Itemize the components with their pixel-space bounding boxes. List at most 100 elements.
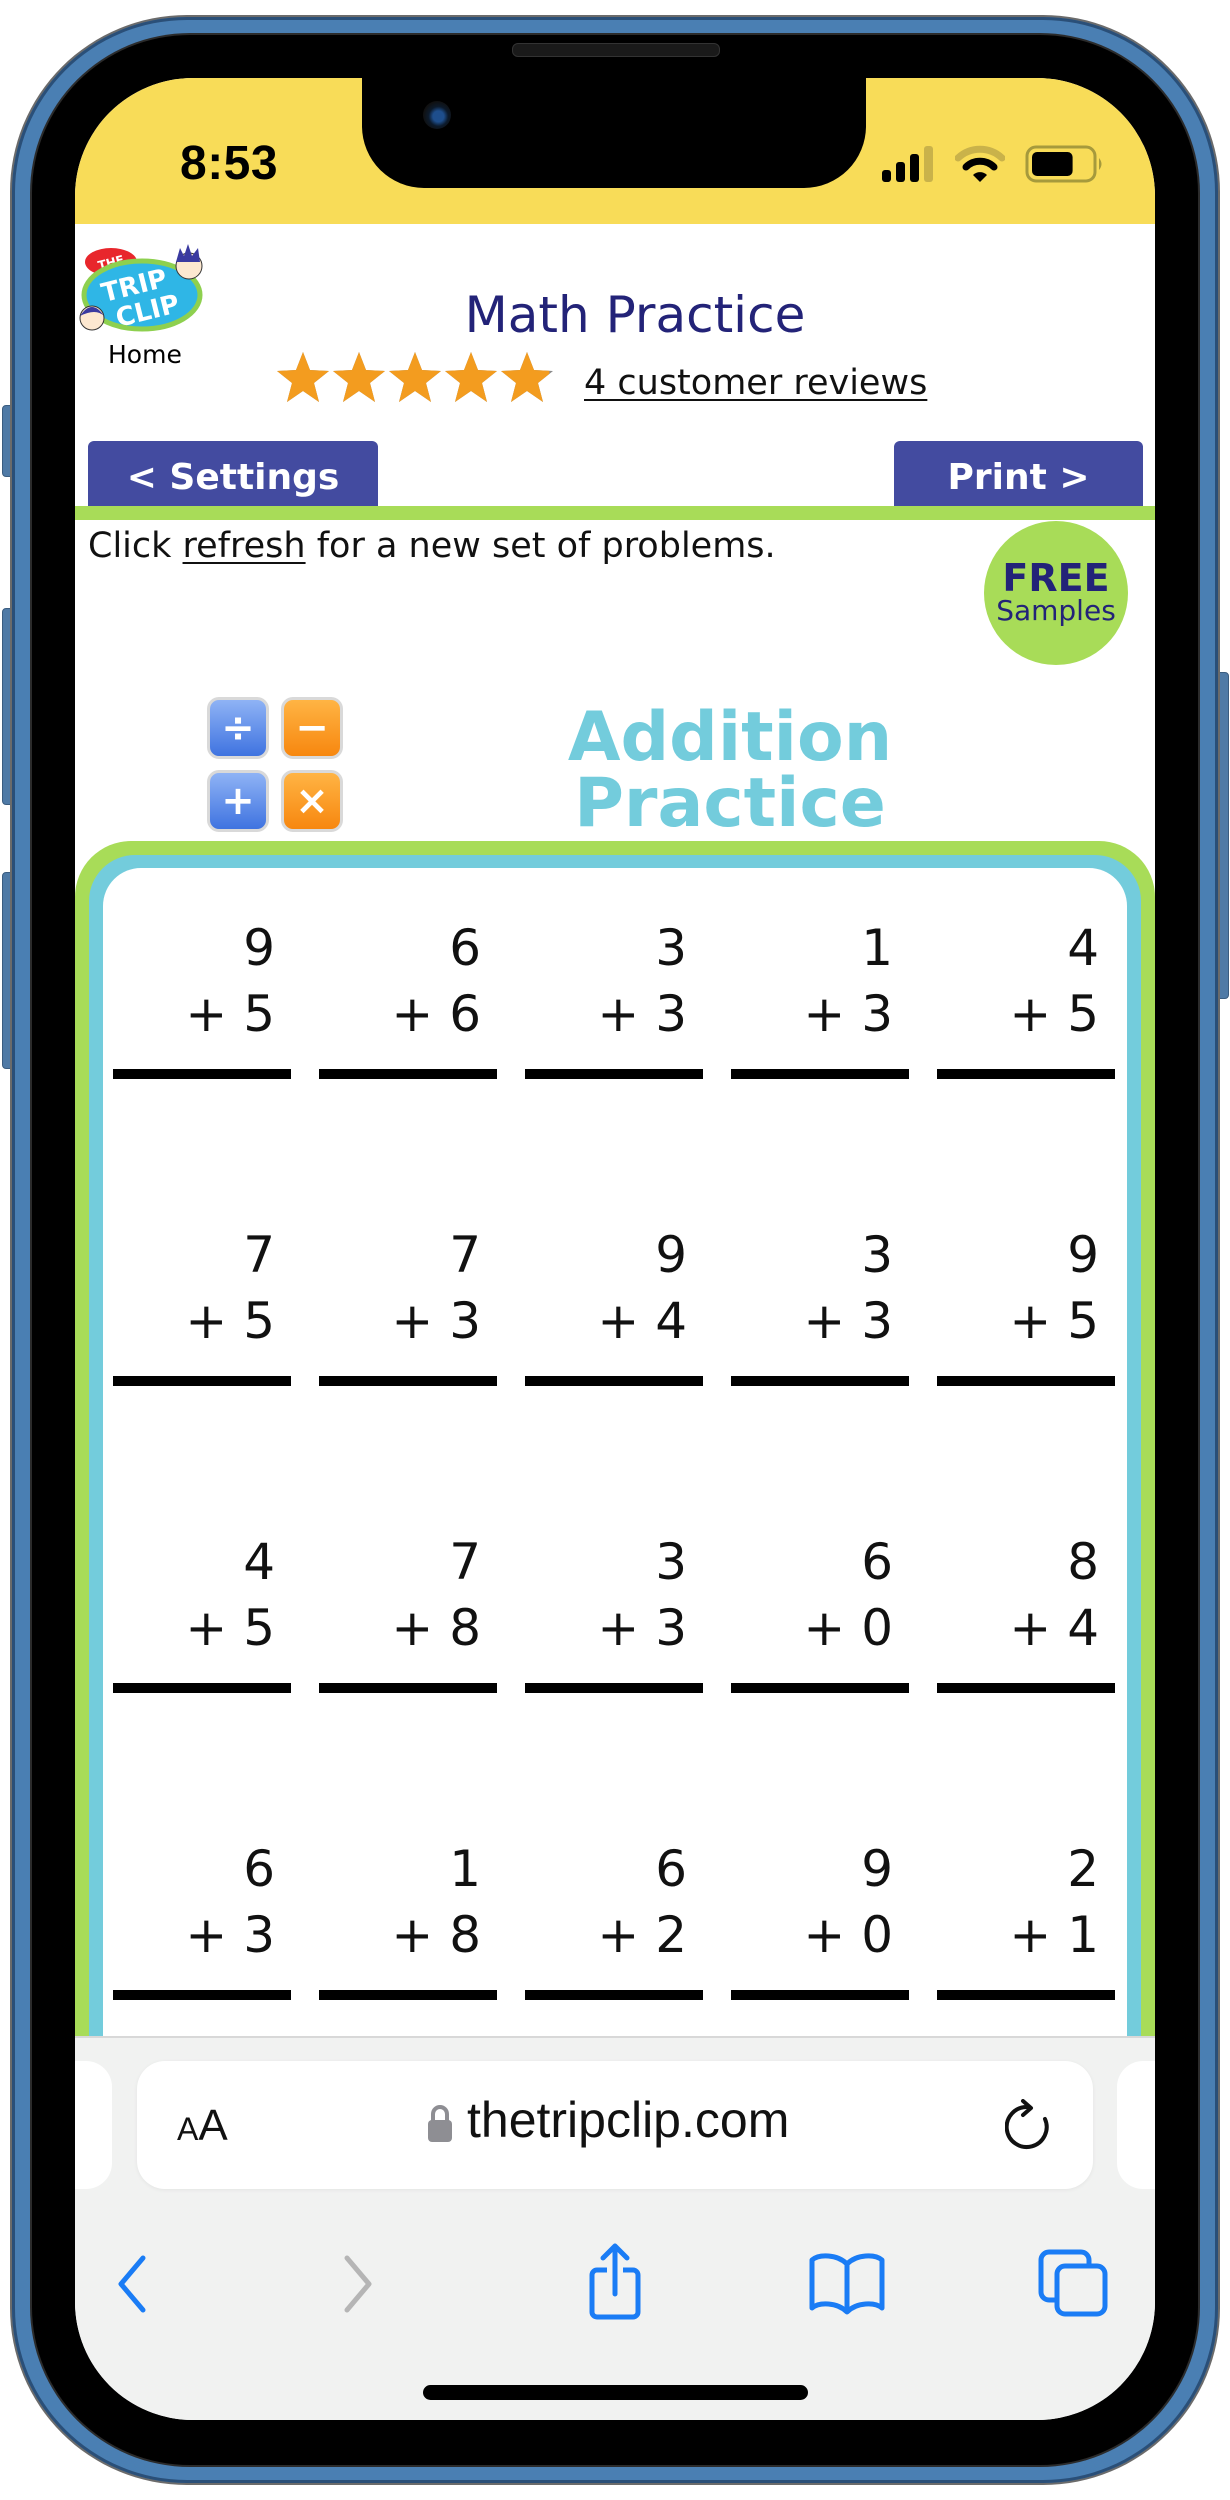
notch <box>362 78 866 188</box>
problem-card: 2 + 1 <box>937 1840 1115 2000</box>
addend-bottom-value: 5 <box>1067 1292 1099 1350</box>
instruction-prefix: Click <box>88 526 183 566</box>
plus-operator: + <box>1009 1292 1052 1350</box>
plus-operator: + <box>391 1599 434 1657</box>
section-title: Addition Practice <box>540 698 920 843</box>
addend-top: 4 <box>243 1533 275 1591</box>
reload-icon[interactable] <box>1005 2099 1055 2153</box>
star-rating <box>275 350 555 408</box>
addend-bottom: + 5 <box>1009 989 1099 1039</box>
free-samples-badge[interactable]: FREE Samples <box>984 521 1128 665</box>
addend-bottom-value: 3 <box>449 1292 481 1350</box>
addend-top: 3 <box>655 919 687 977</box>
addend-bottom-value: 4 <box>1067 1599 1099 1657</box>
addend-top: 4 <box>1067 919 1099 977</box>
text-size-button[interactable]: AA <box>177 2101 228 2151</box>
plus-operator: + <box>597 1599 640 1657</box>
addend-bottom: + 5 <box>185 1603 275 1653</box>
settings-button[interactable]: < Settings <box>88 441 378 513</box>
plus-operator: + <box>597 985 640 1043</box>
answer-line <box>525 1990 703 2000</box>
addend-bottom-value: 8 <box>449 1599 481 1657</box>
lock-icon <box>428 2105 452 2142</box>
math-operators-icon: ÷ − + × <box>207 697 345 833</box>
addend-bottom-value: 3 <box>861 985 893 1043</box>
addend-bottom: + 4 <box>1009 1603 1099 1653</box>
header-divider <box>75 506 1155 520</box>
tabs-icon[interactable] <box>1037 2248 1109 2318</box>
problem-card: 6 + 0 <box>731 1533 909 1693</box>
addend-top: 9 <box>861 1840 893 1898</box>
tripclip-logo[interactable]: THE TRIP CLIP <box>76 240 214 340</box>
answer-line <box>319 1683 497 1693</box>
plus-operator: + <box>185 985 228 1043</box>
plus-operator: + <box>391 985 434 1043</box>
back-icon[interactable] <box>113 2254 153 2314</box>
plus-operator: + <box>391 1292 434 1350</box>
times-key-icon: × <box>281 770 343 832</box>
addend-bottom-value: 6 <box>449 985 481 1043</box>
star-icon <box>277 352 329 402</box>
answer-line <box>525 1376 703 1386</box>
addend-bottom: + 3 <box>185 1910 275 1960</box>
plus-operator: + <box>803 1906 846 1964</box>
section-title-line1: Addition <box>567 698 893 777</box>
answer-line <box>731 1990 909 2000</box>
problem-card: 3 + 3 <box>731 1230 909 1386</box>
addend-bottom: + 5 <box>185 1296 275 1346</box>
next-tab-preview[interactable] <box>1117 2061 1155 2189</box>
addend-top: 6 <box>861 1533 893 1591</box>
addend-bottom: + 2 <box>597 1910 687 1960</box>
instruction-suffix: for a new set of problems. <box>305 526 776 566</box>
share-icon[interactable] <box>585 2242 645 2322</box>
answer-line <box>937 1069 1115 1079</box>
print-button[interactable]: Print > <box>894 441 1143 513</box>
star-icon <box>501 352 553 402</box>
answer-line <box>525 1069 703 1079</box>
instruction-text: Click refresh for a new set of problems. <box>88 526 776 566</box>
addend-bottom-value: 0 <box>861 1906 893 1964</box>
section-title-line2: Practice <box>574 764 886 843</box>
addend-top: 8 <box>1067 1533 1099 1591</box>
forward-icon[interactable] <box>337 2254 377 2314</box>
addend-bottom: + 0 <box>803 1603 893 1653</box>
problem-card: 1 + 3 <box>731 923 909 1079</box>
addend-top: 3 <box>655 1533 687 1591</box>
addend-top: 7 <box>449 1226 481 1284</box>
cellular-signal-icon <box>882 146 933 182</box>
power-button <box>1217 672 1229 999</box>
addend-top: 6 <box>243 1840 275 1898</box>
problem-card: 9 + 4 <box>525 1230 703 1386</box>
addend-top: 1 <box>449 1840 481 1898</box>
problem-card: 3 + 3 <box>525 919 703 1079</box>
problem-card: 9 + 5 <box>937 1230 1115 1386</box>
star-icon <box>333 352 385 402</box>
problem-card: 4 + 5 <box>937 919 1115 1079</box>
addend-bottom: + 3 <box>597 989 687 1039</box>
home-indicator[interactable] <box>423 2385 808 2400</box>
answer-line <box>731 1376 909 1386</box>
problem-card: 6 + 6 <box>319 923 497 1079</box>
plus-operator: + <box>597 1292 640 1350</box>
url-text[interactable]: thetripclip.com <box>467 2091 789 2149</box>
samples-label: Samples <box>996 594 1116 627</box>
plus-operator: + <box>1009 1599 1052 1657</box>
problem-card: 7 + 3 <box>319 1226 497 1386</box>
address-bar[interactable]: AA thetripclip.com <box>137 2061 1093 2189</box>
addend-bottom: + 3 <box>803 1296 893 1346</box>
problem-card: 8 + 4 <box>937 1533 1115 1693</box>
addend-bottom: + 1 <box>1009 1910 1099 1960</box>
addend-bottom-value: 3 <box>655 985 687 1043</box>
customer-reviews-link[interactable]: 4 customer reviews <box>584 363 927 403</box>
plus-operator: + <box>185 1906 228 1964</box>
previous-tab-preview[interactable] <box>75 2061 112 2189</box>
home-link[interactable]: Home <box>108 340 182 369</box>
answer-line <box>113 1683 291 1693</box>
speaker-grille <box>512 43 720 57</box>
answer-line <box>731 1069 909 1079</box>
refresh-link[interactable]: refresh <box>183 526 306 566</box>
answer-line <box>319 1990 497 2000</box>
addend-bottom-value: 0 <box>861 1599 893 1657</box>
addend-top: 2 <box>1067 1840 1099 1898</box>
bookmarks-icon[interactable] <box>807 2252 887 2316</box>
